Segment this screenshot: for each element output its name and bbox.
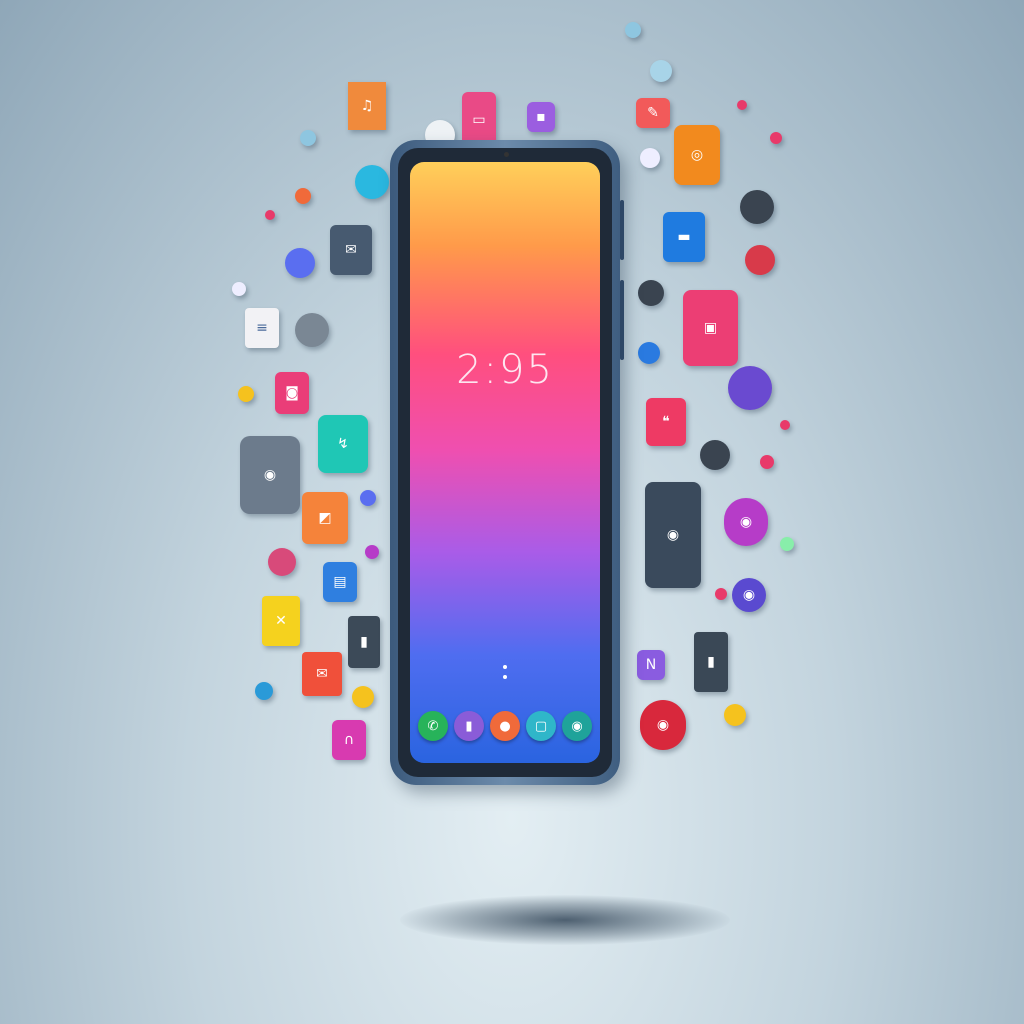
decorative-dot: [650, 60, 672, 82]
decorative-dot: [300, 130, 316, 146]
decorative-dot: [780, 420, 790, 430]
front-camera: [504, 152, 509, 157]
wallet-icon: ▮: [348, 616, 380, 668]
chat-icon: ▪: [527, 102, 555, 132]
lens-icon: ◉: [724, 498, 768, 546]
decorative-dot: [232, 282, 246, 296]
smartphone: 2:95 ✆ ▮ ● ▢ ◉: [390, 140, 624, 785]
camera-icon: ◉: [240, 436, 300, 514]
decorative-dot: [740, 190, 774, 224]
files-icon: ▤: [323, 562, 357, 602]
message-icon: ▬: [663, 212, 705, 262]
mail-icon: ✉: [330, 225, 372, 275]
decorative-dot: [715, 588, 727, 600]
close-app-icon: ✕: [262, 596, 300, 646]
decorative-dot: [760, 455, 774, 469]
decorative-dot: [625, 22, 641, 38]
phone-screen[interactable]: 2:95 ✆ ▮ ● ▢ ◉: [410, 162, 600, 763]
page-indicator[interactable]: [503, 665, 507, 685]
link-icon: ∩: [332, 720, 366, 760]
decorative-dot: [238, 386, 254, 402]
music-note-icon: ♫: [348, 82, 386, 130]
decorative-dot: [728, 366, 772, 410]
lens-icon: ◉: [732, 578, 766, 612]
clock: 2:95: [456, 347, 554, 393]
decorative-dot: [700, 440, 730, 470]
decorative-dot: [265, 210, 275, 220]
phone-bezel: 2:95 ✆ ▮ ● ▢ ◉: [398, 148, 612, 777]
pencil-icon: ✎: [636, 98, 670, 128]
maps-icon: ↯: [318, 415, 368, 473]
decorative-dot: [638, 280, 664, 306]
decorative-dot: [365, 545, 379, 559]
messages-icon[interactable]: ▢: [526, 711, 556, 741]
decorative-dot: [737, 100, 747, 110]
record-icon: ◉: [640, 700, 686, 750]
instagram-icon: ◎: [674, 125, 720, 185]
email-icon: ✉: [302, 652, 342, 696]
decorative-dot: [352, 686, 374, 708]
gallery-icon: ◙: [275, 372, 309, 414]
decorative-dot: [295, 313, 329, 347]
notes-icon: ≡: [245, 308, 279, 348]
decorative-dot: [780, 537, 794, 551]
decorative-dot: [355, 165, 389, 199]
decorative-dot: [640, 148, 660, 168]
power-button: [620, 280, 624, 360]
decorative-dot: [268, 548, 296, 576]
decorative-dot: [295, 188, 311, 204]
browser-icon[interactable]: ●: [490, 711, 520, 741]
decorative-dot: [285, 248, 315, 278]
chat-bubble-icon: ❝: [646, 398, 686, 446]
camera-icon: ◉: [645, 482, 701, 588]
notes-icon[interactable]: ▮: [454, 711, 484, 741]
decorative-dot: [724, 704, 746, 726]
phone-icon[interactable]: ✆: [418, 711, 448, 741]
decorative-dot: [770, 132, 782, 144]
photo-app-icon: ▣: [683, 290, 738, 366]
decorative-dot: [745, 245, 775, 275]
camera-icon[interactable]: ◉: [562, 711, 592, 741]
app-icon: N: [637, 650, 665, 680]
volume-button: [620, 200, 624, 260]
sticker-icon: ◩: [302, 492, 348, 544]
decorative-dot: [638, 342, 660, 364]
decorative-dot: [255, 682, 273, 700]
wallet-icon: ▮: [694, 632, 728, 692]
phone-shadow: [400, 895, 730, 945]
app-dock: ✆ ▮ ● ▢ ◉: [418, 711, 592, 741]
decorative-dot: [360, 490, 376, 506]
